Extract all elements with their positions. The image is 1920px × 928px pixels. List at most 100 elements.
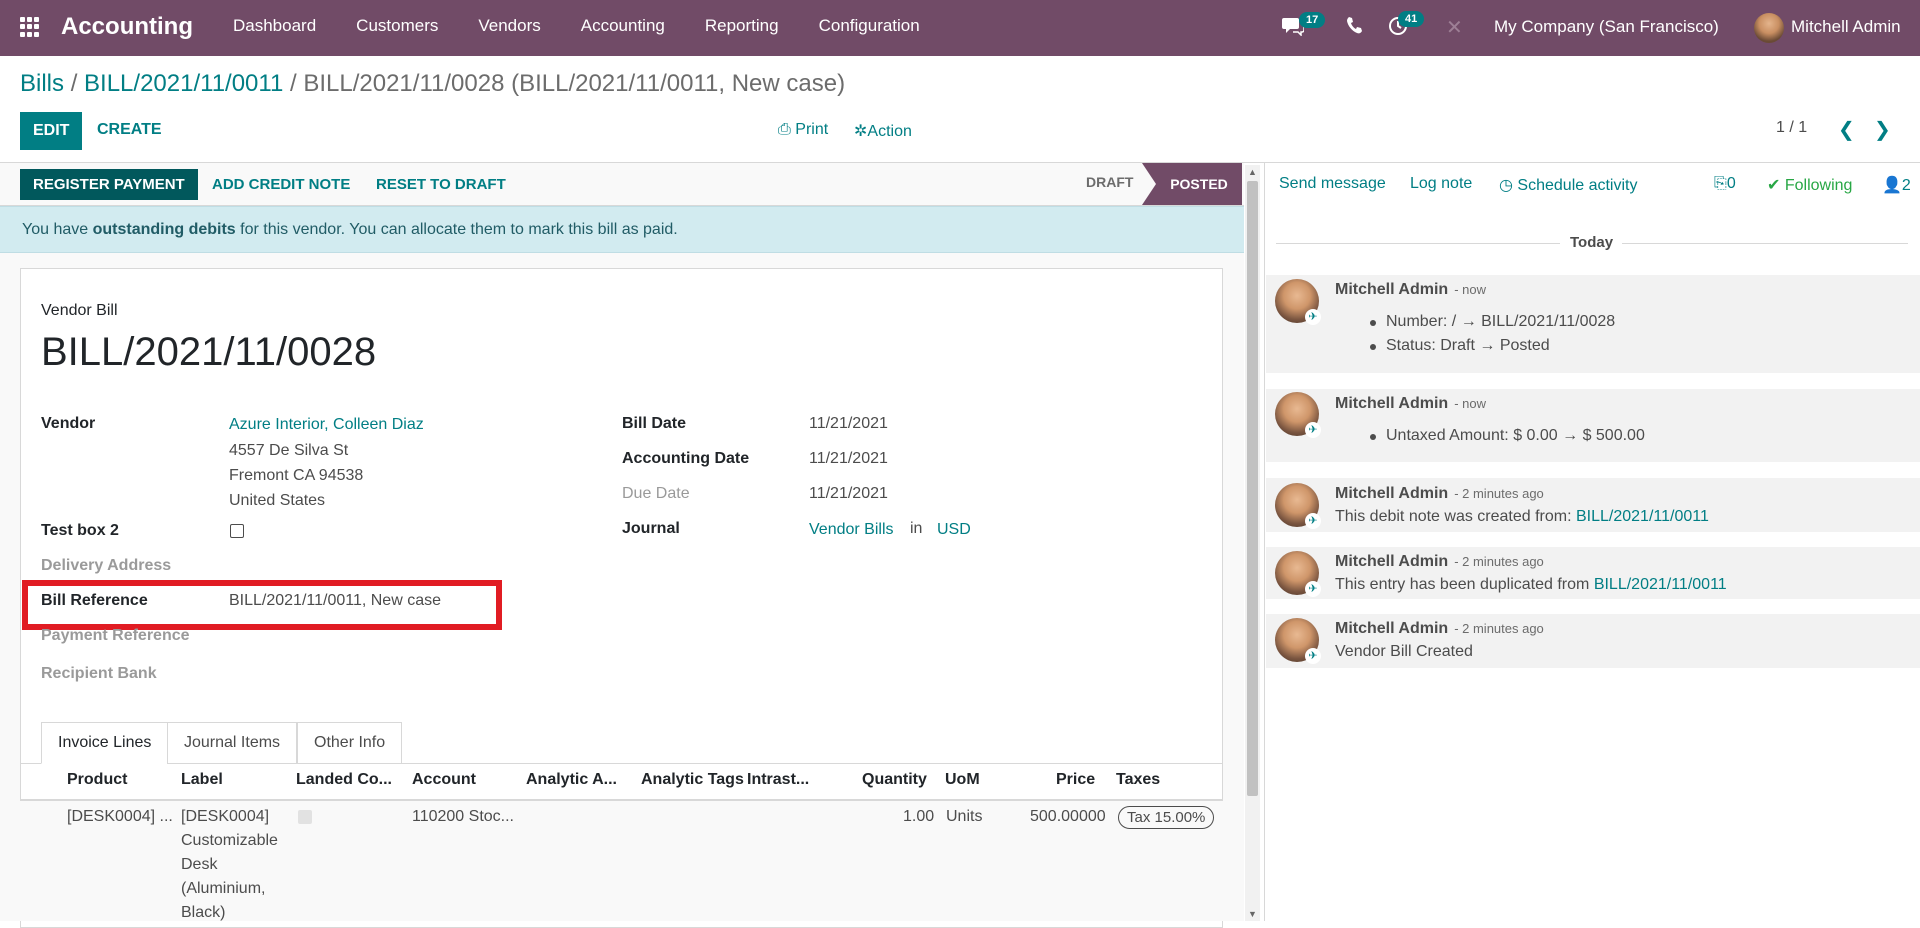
stage-posted[interactable]: POSTED xyxy=(1142,163,1242,205)
author-avatar[interactable]: ✈ xyxy=(1275,279,1321,325)
author-avatar[interactable]: ✈ xyxy=(1275,483,1321,529)
add-credit-note-button[interactable]: ADD CREDIT NOTE xyxy=(212,176,350,193)
column-price[interactable]: Price xyxy=(1056,771,1095,789)
user-icon: 👤 xyxy=(1882,177,1902,194)
currency-link[interactable]: USD xyxy=(937,521,971,539)
following-label: Following xyxy=(1784,177,1853,194)
payment-reference-label: Payment Reference xyxy=(41,627,190,644)
airplane-icon: ✈ xyxy=(1305,648,1321,664)
tab-invoice-lines[interactable]: Invoice Lines xyxy=(41,722,169,764)
breadcrumb-bills[interactable]: Bills xyxy=(20,70,64,97)
accounting-date-value[interactable]: 11/21/2021 xyxy=(809,450,888,468)
column-analytic-tags[interactable]: Analytic Tags xyxy=(641,771,744,789)
message-body: This debit note was created from: BILL/2… xyxy=(1335,508,1709,526)
tab-journal-items[interactable]: Journal Items xyxy=(167,722,298,764)
create-button[interactable]: CREATE xyxy=(97,121,162,139)
bill-date-value[interactable]: 11/21/2021 xyxy=(809,415,888,433)
scroll-down-icon[interactable]: ▼ xyxy=(1248,909,1257,919)
column-product[interactable]: Product xyxy=(67,771,127,789)
reset-to-draft-button[interactable]: RESET TO DRAFT xyxy=(376,176,506,193)
action-button[interactable]: ✲Action xyxy=(854,121,912,141)
apps-menu-icon[interactable] xyxy=(20,17,40,37)
journal-link[interactable]: Vendor Bills xyxy=(809,521,894,539)
column-intrastat[interactable]: Intrast... xyxy=(747,771,809,789)
journal-label: Journal xyxy=(622,520,680,537)
menu-configuration[interactable]: Configuration xyxy=(799,0,940,56)
app-name[interactable]: Accounting xyxy=(61,13,193,41)
author-avatar[interactable]: ✈ xyxy=(1275,618,1321,664)
author-name[interactable]: Mitchell Admin xyxy=(1335,395,1448,412)
testbox-checkbox[interactable] xyxy=(230,524,244,538)
send-message-button[interactable]: Send message xyxy=(1279,175,1386,193)
due-date-value[interactable]: 11/21/2021 xyxy=(809,485,888,503)
column-landed-costs[interactable]: Landed Co... xyxy=(296,771,392,789)
user-menu[interactable]: Mitchell Admin xyxy=(1791,17,1901,37)
edit-button[interactable]: EDIT xyxy=(20,112,83,150)
schedule-activity-button[interactable]: ◷ Schedule activity xyxy=(1499,175,1637,195)
message-text: This debit note was created from: xyxy=(1335,508,1576,525)
pager-next-icon[interactable]: ❯ xyxy=(1874,117,1891,142)
line-label-5[interactable]: Black) xyxy=(181,904,225,922)
phone-icon[interactable] xyxy=(1346,16,1362,39)
message-time: - now xyxy=(1454,282,1486,297)
bill-date-label: Bill Date xyxy=(622,415,687,432)
airplane-icon: ✈ xyxy=(1305,513,1321,529)
line-price[interactable]: 500.00000 xyxy=(1030,808,1106,826)
following-button[interactable]: ✔ Following xyxy=(1767,175,1852,195)
menu-vendors[interactable]: Vendors xyxy=(458,0,560,56)
breadcrumb-separator: / xyxy=(290,70,297,97)
scrollbar-thumb[interactable] xyxy=(1247,181,1258,796)
menu-accounting[interactable]: Accounting xyxy=(561,0,685,56)
message-author: Mitchell Admin - 2 minutes ago xyxy=(1335,620,1544,638)
line-product[interactable]: [DESK0004] ... xyxy=(67,808,173,826)
line-label-2[interactable]: Customizable xyxy=(181,832,278,850)
tab-other-info[interactable]: Other Info xyxy=(297,722,403,764)
pager-previous-icon[interactable]: ❮ xyxy=(1838,117,1855,142)
user-avatar[interactable] xyxy=(1754,13,1784,43)
author-name[interactable]: Mitchell Admin xyxy=(1335,485,1448,502)
breadcrumb-parent-bill[interactable]: BILL/2021/11/0011 xyxy=(84,70,283,97)
column-analytic-account[interactable]: Analytic A... xyxy=(526,771,617,789)
column-uom[interactable]: UoM xyxy=(945,771,980,789)
company-switcher[interactable]: My Company (San Francisco) xyxy=(1494,17,1719,37)
column-taxes[interactable]: Taxes xyxy=(1116,771,1160,789)
stage-draft[interactable]: DRAFT xyxy=(1086,174,1133,190)
stage-posted-label: POSTED xyxy=(1170,176,1228,192)
line-label-1[interactable]: [DESK0004] xyxy=(181,808,269,826)
line-landed-cost-checkbox[interactable] xyxy=(298,810,312,824)
line-uom[interactable]: Units xyxy=(946,808,982,826)
accounting-date-label: Accounting Date xyxy=(622,450,750,467)
print-button[interactable]: ⎙ Print xyxy=(778,121,828,139)
action-label: Action xyxy=(867,123,912,140)
menu-reporting[interactable]: Reporting xyxy=(685,0,799,56)
chatter-divider xyxy=(1264,163,1265,921)
attachments-button[interactable]: ⎘0 xyxy=(1714,175,1736,193)
menu-customers[interactable]: Customers xyxy=(336,0,458,56)
line-account[interactable]: 110200 Stoc... xyxy=(412,808,514,826)
message-link[interactable]: BILL/2021/11/0011 xyxy=(1576,508,1709,525)
vendor-link[interactable]: Azure Interior, Colleen Diaz xyxy=(229,416,424,434)
today-separator-right xyxy=(1622,243,1908,244)
log-note-button[interactable]: Log note xyxy=(1410,175,1472,193)
author-name[interactable]: Mitchell Admin xyxy=(1335,553,1448,570)
scroll-up-icon[interactable]: ▲ xyxy=(1248,167,1257,177)
author-avatar[interactable]: ✈ xyxy=(1275,392,1321,438)
column-quantity[interactable]: Quantity xyxy=(862,771,927,789)
line-quantity[interactable]: 1.00 xyxy=(903,808,934,826)
author-name[interactable]: Mitchell Admin xyxy=(1335,620,1448,637)
message-body: This entry has been duplicated from BILL… xyxy=(1335,576,1727,594)
menu-dashboard[interactable]: Dashboard xyxy=(213,0,336,56)
debug-tools-icon[interactable]: ✕ xyxy=(1446,15,1463,40)
register-payment-button[interactable]: REGISTER PAYMENT xyxy=(20,169,198,200)
form-scrollbar[interactable]: ▲ ▼ xyxy=(1245,165,1260,921)
message-author: Mitchell Admin - now xyxy=(1335,281,1486,299)
followers-button[interactable]: 👤2 xyxy=(1882,175,1911,195)
author-name[interactable]: Mitchell Admin xyxy=(1335,281,1448,298)
column-account[interactable]: Account xyxy=(412,771,476,789)
column-label[interactable]: Label xyxy=(181,771,223,789)
message-link[interactable]: BILL/2021/11/0011 xyxy=(1594,576,1727,593)
author-avatar[interactable]: ✈ xyxy=(1275,551,1321,597)
line-tax-tag[interactable]: Tax 15.00% xyxy=(1118,806,1215,829)
line-label-3[interactable]: Desk xyxy=(181,856,217,874)
line-label-4[interactable]: (Aluminium, xyxy=(181,880,265,898)
